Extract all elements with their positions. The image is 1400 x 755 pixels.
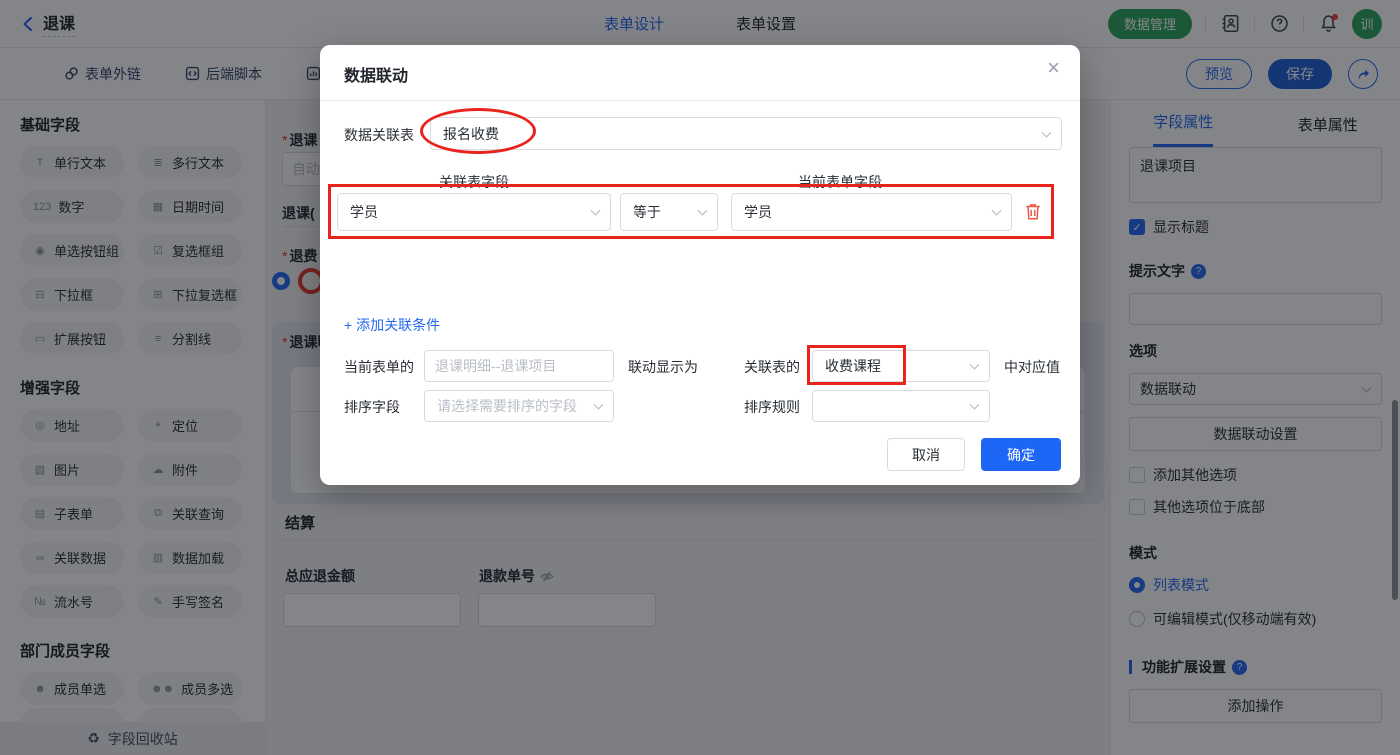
condition-operator-select[interactable]: 等于 — [620, 193, 718, 231]
relation-table-value: 报名收费 — [443, 125, 499, 142]
related-field-select[interactable]: 收费课程 — [812, 350, 990, 382]
column-header-related: 关联表字段 — [439, 174, 509, 190]
relation-table-select[interactable]: 报名收费 — [430, 117, 1062, 150]
chevron-down-icon — [1041, 127, 1052, 138]
condition-current-field-value: 学员 — [744, 204, 772, 220]
sort-rule-label: 排序规则 — [744, 399, 800, 415]
current-field-input[interactable]: 退课明细--退课项目 — [424, 350, 614, 382]
related-table-label: 关联表的 — [744, 359, 800, 375]
chevron-down-icon — [590, 205, 601, 216]
modal-divider — [320, 100, 1080, 101]
sort-field-placeholder: 请选择需要排序的字段 — [437, 398, 577, 414]
column-header-current: 当前表单字段 — [798, 174, 882, 190]
condition-related-field-value: 学员 — [350, 204, 378, 220]
relation-table-label: 数据关联表 — [344, 127, 414, 143]
corresponding-label: 中对应值 — [1004, 359, 1060, 375]
condition-current-field-select[interactable]: 学员 — [731, 193, 1012, 231]
delete-condition-button[interactable] — [1024, 202, 1042, 221]
current-field-value: 退课明细--退课项目 — [435, 358, 557, 374]
add-condition-link[interactable]: + 添加关联条件 — [344, 315, 440, 335]
sort-field-label: 排序字段 — [344, 399, 400, 415]
modal-title: 数据联动 — [344, 68, 409, 85]
sort-rule-select[interactable] — [812, 390, 990, 422]
chevron-down-icon — [593, 399, 604, 410]
confirm-button[interactable]: 确定 — [981, 438, 1061, 471]
chevron-down-icon — [969, 399, 980, 410]
sort-field-select[interactable]: 请选择需要排序的字段 — [424, 390, 614, 422]
close-icon[interactable]: × — [1047, 57, 1060, 79]
condition-related-field-select[interactable]: 学员 — [337, 193, 611, 231]
cancel-button[interactable]: 取消 — [887, 438, 965, 471]
data-linkage-modal: 数据联动 × 数据关联表 报名收费 关联表字段 当前表单字段 学员 等于 学员 — [320, 45, 1080, 485]
chevron-down-icon — [697, 205, 708, 216]
chevron-down-icon — [969, 359, 980, 370]
related-field-value: 收费课程 — [825, 358, 881, 374]
app-root: 退课 表单设计 表单设置 数据管理 — [0, 0, 1400, 755]
chevron-down-icon — [991, 205, 1002, 216]
display-as-label: 联动显示为 — [628, 359, 698, 375]
current-form-label: 当前表单的 — [344, 359, 414, 375]
condition-operator-value: 等于 — [633, 204, 661, 220]
